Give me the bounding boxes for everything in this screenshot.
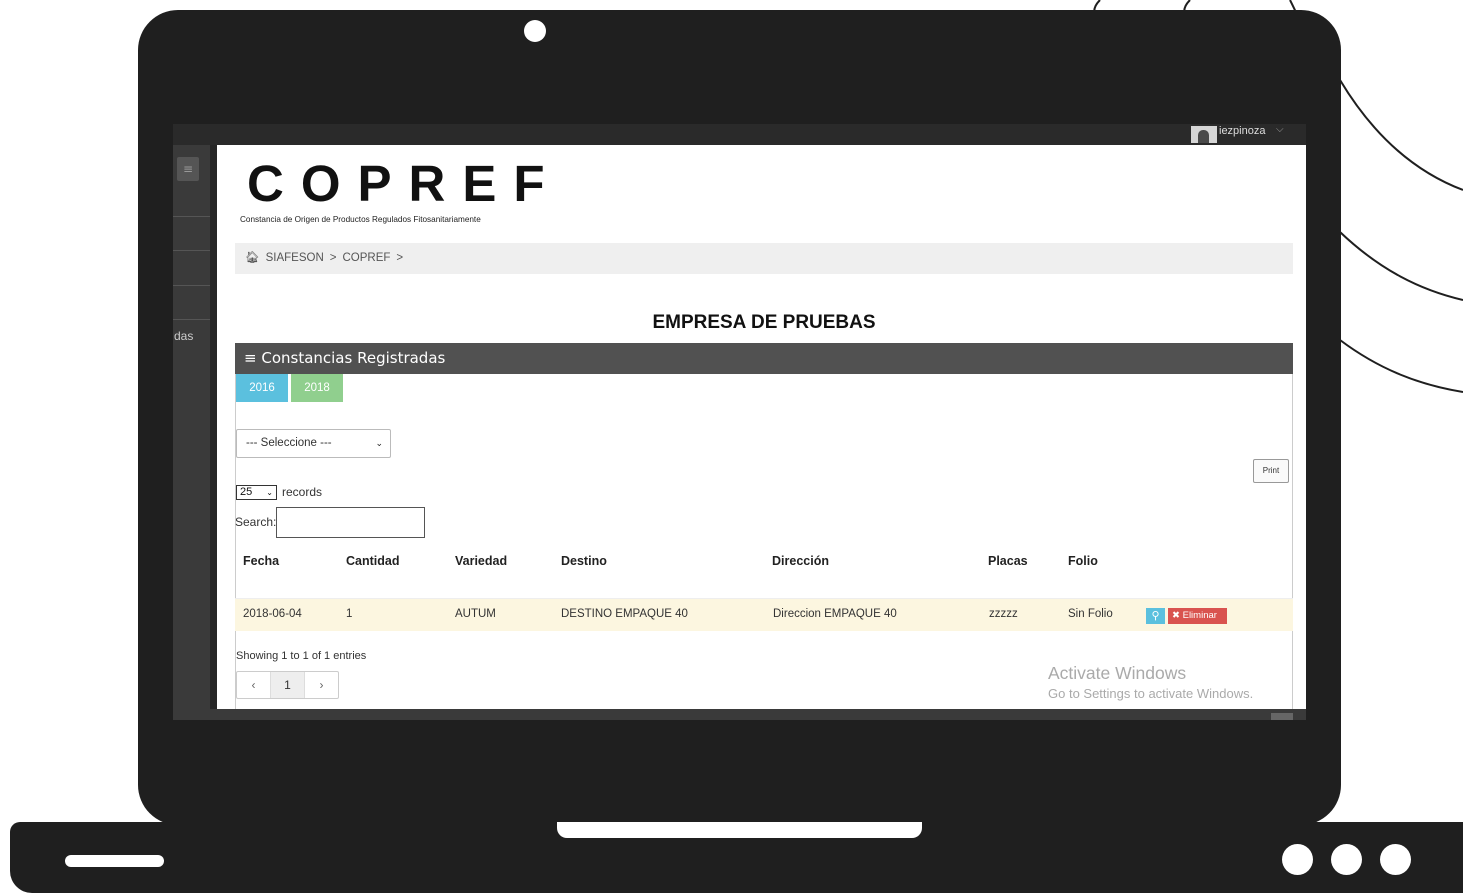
- cell-destino: DESTINO EMPAQUE 40: [561, 608, 688, 620]
- delete-label: Eliminar: [1182, 610, 1217, 621]
- column-header-fecha[interactable]: Fecha: [243, 554, 279, 568]
- panel-header: ≡ Constancias Registradas: [235, 343, 1293, 374]
- breadcrumb-separator: >: [329, 252, 337, 264]
- screen: iezpinoza ⌵ ≡ das COPREF Constancia de O…: [173, 124, 1306, 720]
- menu-icon[interactable]: ≡: [177, 157, 199, 181]
- close-icon: ✖: [1172, 610, 1183, 621]
- search-input[interactable]: [276, 507, 425, 538]
- year-button-2018[interactable]: 2018: [291, 374, 343, 402]
- column-header-variedad[interactable]: Variedad: [455, 554, 507, 568]
- activation-watermark-title: Activate Windows: [1048, 663, 1187, 683]
- column-header-direccion[interactable]: Dirección: [772, 554, 829, 568]
- pagination-next[interactable]: ›: [305, 672, 338, 698]
- laptop-notch: [557, 822, 922, 838]
- showing-entries: Showing 1 to 1 of 1 entries: [236, 650, 367, 662]
- chevron-down-icon: ⌄: [266, 488, 273, 497]
- search-icon[interactable]: ⚲: [1146, 608, 1165, 624]
- records-select[interactable]: 25 ⌄: [236, 485, 277, 500]
- column-header-folio[interactable]: Folio: [1068, 554, 1098, 568]
- year-button-2016[interactable]: 2016: [236, 374, 288, 402]
- delete-button[interactable]: ✖ Eliminar: [1168, 608, 1227, 624]
- column-header-destino[interactable]: Destino: [561, 554, 607, 568]
- sidebar-divider: [173, 250, 210, 251]
- table-row: 2018-06-04 1 AUTUM DESTINO EMPAQUE 40 Di…: [235, 598, 1293, 631]
- copref-logo: COPREF: [247, 155, 562, 212]
- chevron-down-icon[interactable]: ⌵: [1276, 124, 1284, 135]
- search-label: Search:: [235, 515, 277, 529]
- breadcrumb: 🏠︎ SIAFESON > COPREF >: [235, 243, 1293, 274]
- sidebar-divider: [173, 319, 210, 320]
- filter-select-value: --- Seleccione ---: [246, 437, 332, 449]
- sidebar-divider: [173, 216, 210, 217]
- records-select-value: 25: [240, 486, 253, 498]
- pagination-prev[interactable]: ‹: [237, 672, 271, 698]
- pagination: ‹ 1 ›: [236, 671, 339, 699]
- webcam: [524, 20, 546, 42]
- company-title: EMPRESA DE PRUEBAS: [652, 312, 876, 333]
- indicator-dot: [1282, 844, 1313, 875]
- main-content: COPREF Constancia de Origen de Productos…: [217, 145, 1306, 714]
- records-label: records: [282, 485, 323, 499]
- breadcrumb-separator: >: [396, 252, 404, 264]
- filter-select[interactable]: --- Seleccione --- ⌄: [236, 429, 391, 458]
- panel-title: Constancias Registradas: [261, 349, 446, 367]
- user-avatar[interactable]: [1191, 126, 1217, 143]
- indicator-dot: [1380, 844, 1411, 875]
- cell-folio: Sin Folio: [1068, 608, 1113, 620]
- cell-variedad: AUTUM: [455, 608, 496, 620]
- breadcrumb-copref[interactable]: COPREF: [342, 252, 390, 264]
- list-icon: ≡: [244, 349, 262, 367]
- trackpad-pill: [65, 855, 164, 867]
- pagination-page[interactable]: 1: [271, 672, 305, 698]
- sidebar-divider: [173, 285, 210, 286]
- indicator-dot: [1331, 844, 1362, 875]
- print-button[interactable]: Print: [1253, 459, 1289, 483]
- activation-watermark-subtitle: Go to Settings to activate Windows.: [1048, 686, 1254, 701]
- sidebar-border: [210, 145, 217, 709]
- cell-direccion: Direccion EMPAQUE 40: [773, 608, 897, 620]
- laptop-mockup: iezpinoza ⌵ ≡ das COPREF Constancia de O…: [0, 0, 1463, 893]
- column-header-placas[interactable]: Placas: [988, 554, 1028, 568]
- cell-placas: zzzzz: [989, 608, 1018, 620]
- chevron-down-icon: ⌄: [375, 438, 383, 448]
- cell-fecha: 2018-06-04: [243, 608, 302, 620]
- top-navbar: iezpinoza ⌵: [173, 124, 1306, 145]
- scroll-button[interactable]: [1271, 713, 1293, 720]
- breadcrumb-siafeson[interactable]: SIAFESON: [266, 252, 324, 264]
- logo-subtitle: Constancia de Origen de Productos Regula…: [240, 215, 481, 224]
- sidebar: ≡ das: [173, 145, 210, 709]
- user-name[interactable]: iezpinoza: [1219, 125, 1265, 137]
- column-header-cantidad[interactable]: Cantidad: [346, 554, 399, 568]
- sidebar-item-label[interactable]: das: [174, 329, 193, 343]
- bottom-bar: [173, 709, 1306, 720]
- home-icon: 🏠︎: [245, 252, 260, 264]
- cell-cantidad: 1: [346, 608, 353, 620]
